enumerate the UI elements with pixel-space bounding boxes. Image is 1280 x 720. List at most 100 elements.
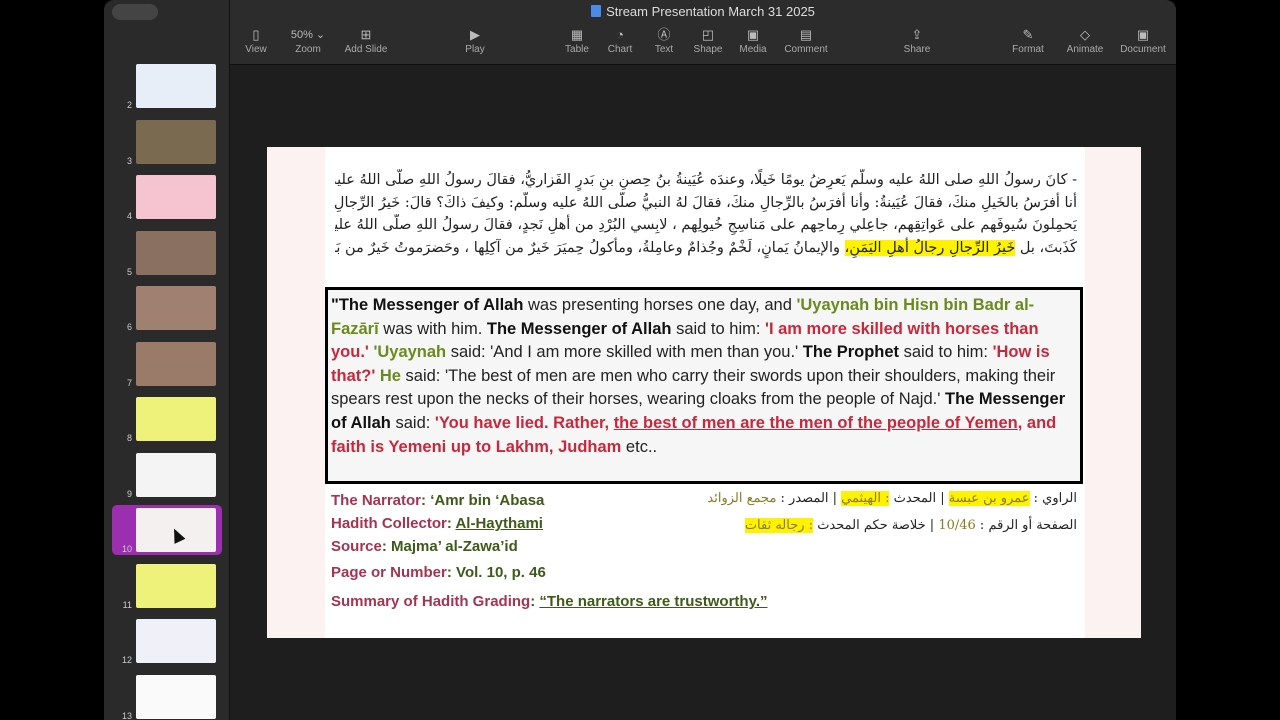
toolbar-label: Zoom <box>295 44 321 55</box>
toolbar-share-button[interactable]: ⇪ Share <box>904 26 931 55</box>
detail-row: Hadith Collector: Al-Haythami <box>331 512 767 535</box>
detail-label: The Narrator <box>331 492 422 509</box>
detail-value: “The narrators are trustworthy.” <box>539 593 768 610</box>
comment-icon: ▤ <box>799 27 813 42</box>
toolbar-label: Format <box>1012 44 1044 55</box>
detail-value: ‘Amr bin ‘Abasa <box>430 492 545 509</box>
detail-value: Majma’ al-Zawa’id <box>391 538 518 555</box>
toolbar-text-button[interactable]: Ⓐ Text <box>655 26 673 55</box>
toolbar: Stream Presentation March 31 2025 ▯ View 5… <box>230 0 1176 65</box>
detail-value: Al-Haythami <box>455 515 543 532</box>
detail-row: Summary of Hadith Grading: “The narrator… <box>331 590 767 613</box>
arabic-line: يَحمِلونَ سُيوفَهم على عَواتِقِهم، جاعِل… <box>335 214 1077 237</box>
separator: : <box>446 564 457 581</box>
translation-segment: He <box>379 366 401 385</box>
toolbar-media-button[interactable]: ▣ Media <box>739 26 766 55</box>
toolbar-label: Media <box>739 44 767 55</box>
document-icon: ▣ <box>1136 27 1150 42</box>
table-icon: ▦ <box>570 27 584 42</box>
toolbar-table-button[interactable]: ▦ Table <box>565 26 589 55</box>
translation-segment: the best of men are the men of the peopl… <box>613 413 1018 432</box>
plus-square-icon: ⊞ <box>360 27 372 42</box>
detail-value: Vol. 10, p. 46 <box>456 564 546 581</box>
toolbar-play-button[interactable]: ▶ Play <box>465 26 484 55</box>
arabic-detail-segment: | المصدر : <box>776 491 842 506</box>
diamond-icon: ◇ <box>1080 27 1090 42</box>
translation-segment: The Prophet <box>802 343 900 362</box>
detail-row: Source: Majma’ al-Zawa’id <box>331 535 767 558</box>
slide-thumbnail[interactable] <box>136 64 216 108</box>
arabic-line: أنا أفرَسُ بالخَيلِ منكَ، فقالَ عُيَينةُ… <box>335 192 1077 215</box>
detail-row: The Narrator: ‘Amr bin ‘Abasa <box>331 489 767 512</box>
window-title: Stream Presentation March 31 2025 <box>230 4 1176 19</box>
slide-thumbnail[interactable] <box>136 397 216 441</box>
slide-thumbnail[interactable] <box>136 230 216 275</box>
separator: : <box>530 593 540 610</box>
slide-content: - كانَ رسولُ اللهِ صلى اللهُ عليه وسلَّم… <box>325 147 1085 638</box>
toolbar-view-button[interactable]: ▯ View <box>245 26 267 55</box>
toolbar-label: Chart <box>607 44 633 55</box>
window-controls[interactable] <box>112 4 158 20</box>
toolbar-zoom-button[interactable]: 50% ⌄ Zoom <box>291 26 325 55</box>
slide-thumbnail[interactable] <box>136 563 216 608</box>
detail-label: Page or Number <box>331 564 447 581</box>
chart-icon: ◔ <box>616 27 624 42</box>
share-icon: ⇪ <box>911 27 923 42</box>
slide-number: 10 <box>121 544 132 554</box>
arabic-detail-segment: مجمع الزوائد <box>707 491 777 506</box>
arabic-hadith-text: - كانَ رسولُ اللهِ صلى اللهُ عليه وسلَّم… <box>335 169 1077 259</box>
translation-segment: was presenting horses one day, and <box>523 296 797 314</box>
toolbar-label: Comment <box>784 44 828 55</box>
arabic-hadith-details: الراوي : عمرو بن عبسة | المحدث : الهيثمي… <box>707 485 1077 539</box>
toolbar-label: View <box>245 44 267 55</box>
toolbar-label: Document <box>1120 44 1166 55</box>
brush-icon: ✎ <box>1022 27 1034 42</box>
play-icon: ▶ <box>469 27 480 42</box>
toolbar-label: Add Slide <box>344 44 388 55</box>
toolbar-chart-button[interactable]: ◔ Chart <box>608 26 632 55</box>
toolbar-add-slide-button[interactable]: ⊞ Add Slide <box>345 26 388 55</box>
arabic-detail-segment: عمرو بن عبسة <box>948 491 1030 506</box>
toolbar-document-button[interactable]: ▣ Document <box>1120 26 1166 55</box>
toolbar-shape-button[interactable]: ◰ Shape <box>694 26 723 55</box>
keynote-window: 2 3 4 5 6 7 8 9 10 11 12 13 Stream Presentation Mar… <box>104 0 1176 720</box>
arabic-segment: والإيمانُ يَمانٍ، لَخْمٌ وجُذامٌ وعامِلة… <box>335 239 845 256</box>
toolbar-label: Play <box>465 44 485 55</box>
slide-number: 3 <box>126 155 132 166</box>
arabic-detail-segment: | المحدث <box>889 491 949 506</box>
translation-segment: said: <box>390 413 435 432</box>
arabic-detail-segment: : الهيثمي <box>841 491 890 506</box>
slide-thumbnail[interactable] <box>136 452 216 497</box>
sidebar-icon: ▯ <box>252 27 260 42</box>
detail-label: Source <box>331 538 382 555</box>
slide-thumbnail[interactable] <box>136 619 216 663</box>
zoom-select: 50% ⌄ <box>290 29 326 41</box>
translation-segment: etc.. <box>621 437 658 456</box>
hadith-details: The Narrator: ‘Amr bin ‘Abasa Hadith Coll… <box>331 489 767 613</box>
arabic-segment: - كانَ رسولُ اللهِ صلى اللهُ عليه وسلَّم… <box>335 172 1077 188</box>
slide-navigator[interactable]: 2 3 4 5 6 7 8 9 10 11 12 13 <box>104 0 230 720</box>
translation-segment: said to him: <box>899 343 993 362</box>
translation-segment: said: 'And I am more skilled with men th… <box>446 343 803 362</box>
slide-thumbnail[interactable] <box>136 674 216 719</box>
slide-number: 6 <box>126 322 132 332</box>
arabic-detail-segment: الصفحة أو الرقم : <box>975 518 1077 533</box>
slide-number: 13 <box>121 710 132 720</box>
arabic-segment: خَيرُ الرِّجالِ رجالُ أهلِ اليَمَنِ، <box>844 239 1016 256</box>
toolbar-label: Shape <box>693 44 723 55</box>
arabic-detail-segment: 10/46 <box>938 518 976 533</box>
translation-segment: was with him. <box>378 319 487 338</box>
slide-thumbnail[interactable] <box>136 119 216 164</box>
slide-thumbnail[interactable] <box>136 341 216 386</box>
toolbar-animate-button[interactable]: ◇ Animate <box>1067 26 1104 55</box>
arabic-segment: أنا أفرَسُ بالخَيلِ منكَ، فقالَ عُيَينةُ… <box>335 194 1077 211</box>
toolbar-comment-button[interactable]: ▤ Comment <box>784 26 827 55</box>
slide-thumbnail[interactable] <box>136 286 216 330</box>
arabic-detail-segment: | خلاصة حكم المحدث <box>813 518 939 533</box>
detail-row: Page or Number: Vol. 10, p. 46 <box>331 561 767 584</box>
slide-canvas[interactable]: - كانَ رسولُ اللهِ صلى اللهُ عليه وسلَّم… <box>267 147 1141 638</box>
detail-label: Hadith Collector <box>331 515 447 532</box>
toolbar-format-button[interactable]: ✎ Format <box>1012 26 1044 55</box>
arabic-detail-segment: : رجاله ثقات <box>744 518 814 533</box>
slide-thumbnail[interactable] <box>136 175 216 219</box>
